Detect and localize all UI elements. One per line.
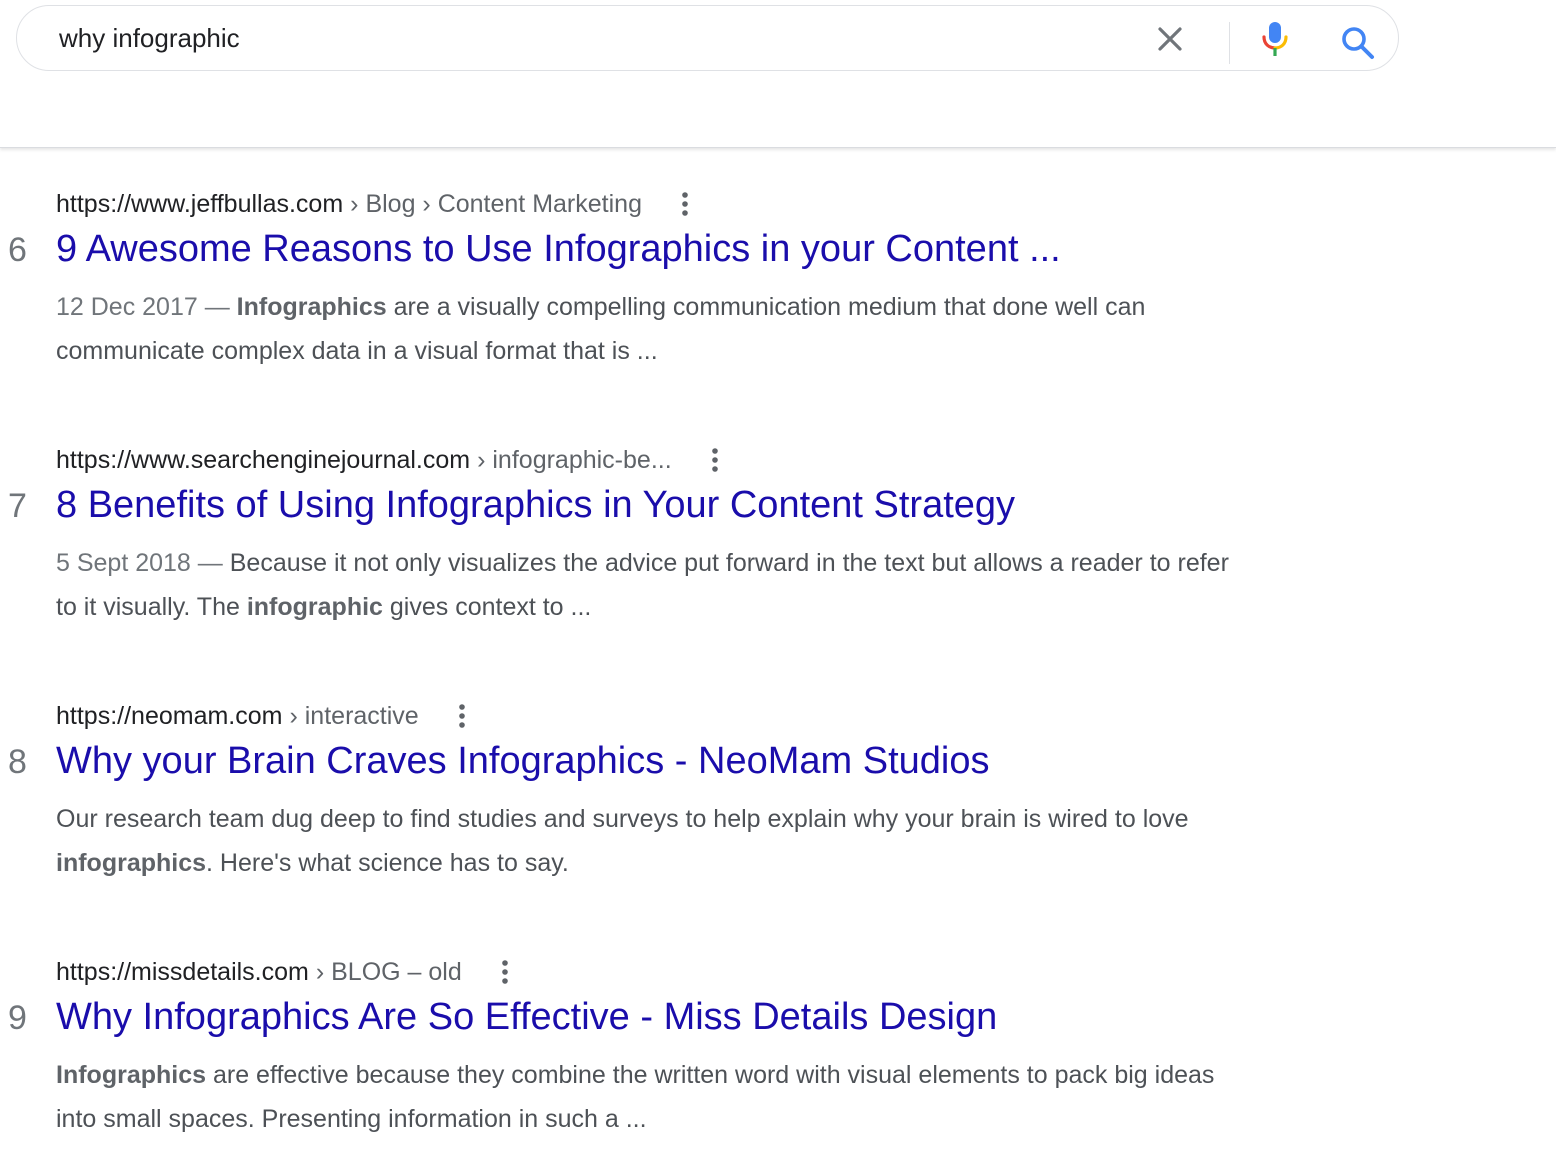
result-url[interactable]: https://neomam.com › interactive xyxy=(56,699,469,733)
snippet-text: are effective because they combine the w… xyxy=(56,1061,1215,1133)
more-options-button[interactable] xyxy=(455,701,469,731)
search-divider xyxy=(1229,22,1230,64)
result-breadcrumb: › infographic-be... xyxy=(477,445,672,474)
snippet-text: gives context to ... xyxy=(382,593,592,621)
result-snippet: 12 Dec 2017 — Infographics are a visuall… xyxy=(56,285,1246,373)
result-breadcrumb: › BLOG – old xyxy=(315,957,462,986)
result-number: 9 xyxy=(8,999,27,1037)
snippet-text: Our research team dug deep to find studi… xyxy=(56,805,1189,833)
result-url[interactable]: https://missdetails.com › BLOG – old xyxy=(56,955,512,989)
more-options-button[interactable] xyxy=(498,957,512,987)
result-number: 7 xyxy=(8,487,27,525)
result-url[interactable]: https://www.jeffbullas.com › Blog › Cont… xyxy=(56,187,692,221)
close-icon xyxy=(1158,27,1182,51)
result-domain: https://www.jeffbullas.com xyxy=(56,189,344,218)
voice-search-button[interactable] xyxy=(1257,19,1293,59)
snippet-highlight: infographic xyxy=(246,593,383,621)
snippet-highlight: Infographics xyxy=(56,1061,207,1089)
microphone-icon xyxy=(1262,22,1288,56)
result-date: 5 Sept 2018 — xyxy=(56,549,223,577)
snippet-highlight: infographics xyxy=(56,849,207,877)
search-submit-button[interactable] xyxy=(1339,24,1377,62)
more-vert-icon xyxy=(501,960,508,984)
search-box[interactable] xyxy=(16,5,1399,71)
result-snippet: Our research team dug deep to find studi… xyxy=(56,797,1246,885)
snippet-text: . Here's what science has to say. xyxy=(206,849,569,877)
more-vert-icon xyxy=(682,192,688,216)
result-domain: https://missdetails.com xyxy=(56,957,309,986)
clear-search-button[interactable] xyxy=(1153,22,1187,56)
result-title-link[interactable]: 9 Awesome Reasons to Use Infographics in… xyxy=(56,225,1061,273)
search-header xyxy=(0,0,1556,148)
result-title-link[interactable]: Why Infographics Are So Effective - Miss… xyxy=(56,993,997,1041)
more-options-button[interactable] xyxy=(678,189,692,219)
result-domain: https://neomam.com xyxy=(56,701,283,730)
more-vert-icon xyxy=(711,448,718,472)
search-input[interactable] xyxy=(59,20,1119,56)
more-options-button[interactable] xyxy=(708,445,722,475)
snippet-text: Because it not only visualizes the advic… xyxy=(56,549,1229,621)
result-breadcrumb: › Blog › Content Marketing xyxy=(350,189,642,218)
result-title-link[interactable]: Why your Brain Craves Infographics - Neo… xyxy=(56,737,989,785)
search-icon xyxy=(1342,27,1374,59)
result-snippet: Infographics are effective because they … xyxy=(56,1053,1246,1141)
snippet-highlight: Infographics xyxy=(236,293,387,321)
more-vert-icon xyxy=(458,704,465,728)
result-title-link[interactable]: 8 Benefits of Using Infographics in Your… xyxy=(56,481,1015,529)
result-url[interactable]: https://www.searchenginejournal.com › in… xyxy=(56,443,722,477)
result-domain: https://www.searchenginejournal.com xyxy=(56,445,471,474)
result-date: 12 Dec 2017 — xyxy=(56,293,230,321)
result-number: 8 xyxy=(8,743,27,781)
result-number: 6 xyxy=(8,231,27,269)
result-snippet: 5 Sept 2018 — Because it not only visual… xyxy=(56,541,1246,629)
result-breadcrumb: › interactive xyxy=(289,701,419,730)
